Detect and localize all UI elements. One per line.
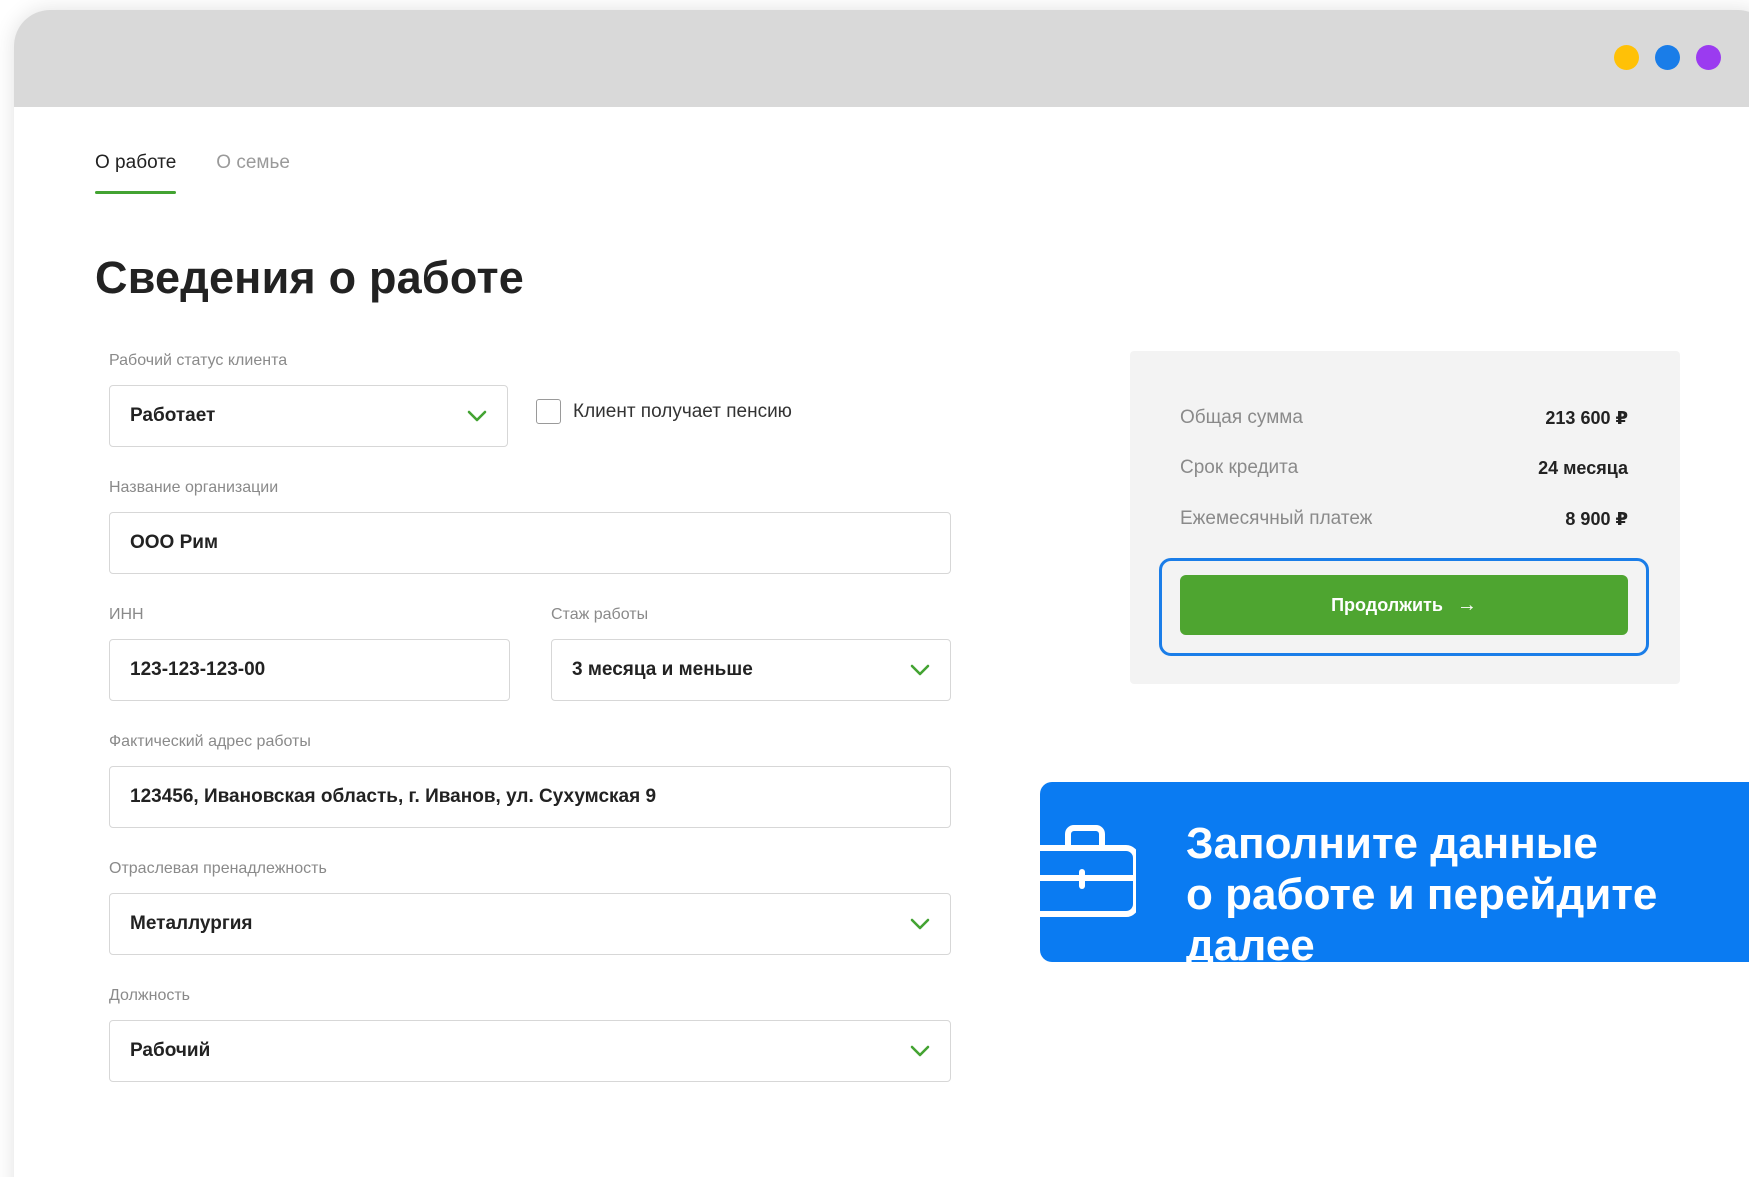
pension-checkbox[interactable]: Клиент получает пенсию <box>536 399 792 424</box>
window-titlebar <box>14 10 1749 107</box>
inn-input[interactable]: 123-123-123-00 <box>109 639 510 701</box>
work-status-value: Работает <box>130 405 216 426</box>
organization-label: Название организации <box>109 479 279 496</box>
banner-line-2: о работе и перейдите <box>1186 870 1658 919</box>
monthly-value: 8 900 ₽ <box>1565 508 1628 529</box>
hint-banner: Заполните данные о работе и перейдите да… <box>1040 782 1749 962</box>
work-address-label: Фактический адрес работы <box>109 733 311 750</box>
work-status-label: Рабочий статус клиента <box>109 352 288 369</box>
continue-label: Продолжить <box>1331 594 1443 615</box>
pension-checkbox-label: Клиент получает пенсию <box>573 400 792 422</box>
experience-select[interactable]: 3 месяца и меньше <box>551 639 951 701</box>
arrow-right-icon: → <box>1456 593 1477 616</box>
total-value: 213 600 ₽ <box>1545 407 1628 428</box>
chevron-down-icon <box>910 918 930 930</box>
industry-label: Отраслевая пренадлежность <box>109 860 327 877</box>
experience-label: Стаж работы <box>551 606 649 623</box>
checkbox-box[interactable] <box>536 399 561 424</box>
summary-row-monthly: Ежемесячный платеж 8 900 ₽ <box>1180 508 1628 530</box>
tab-work[interactable]: О работе <box>95 152 177 194</box>
industry-select[interactable]: Металлургия <box>109 893 951 955</box>
position-label: Должность <box>109 987 190 1004</box>
industry-value: Металлургия <box>130 913 253 934</box>
summary-row-term: Срок кредита 24 месяца <box>1180 457 1628 479</box>
banner-text: Заполните данные о работе и перейдите да… <box>1186 818 1657 962</box>
credit-summary-card: Общая сумма 213 600 ₽ Срок кредита 24 ме… <box>1130 351 1680 684</box>
term-value: 24 месяца <box>1538 457 1628 478</box>
total-label: Общая сумма <box>1180 407 1303 428</box>
work-address-input[interactable]: 123456, Ивановская область, г. Иванов, у… <box>109 766 951 828</box>
page-title: Сведения о работе <box>95 252 524 303</box>
summary-row-total: Общая сумма 213 600 ₽ <box>1180 407 1628 429</box>
banner-line-1: Заполните данные <box>1186 819 1598 868</box>
banner-line-3: далее <box>1186 921 1315 962</box>
chevron-down-icon <box>467 410 487 422</box>
position-value: Рабочий <box>130 1040 211 1061</box>
organization-input[interactable]: ООО Рим <box>109 512 951 574</box>
chevron-down-icon <box>910 664 930 676</box>
work-status-select[interactable]: Работает <box>109 385 508 447</box>
tab-family[interactable]: О семье <box>216 152 290 194</box>
blue-dot[interactable] <box>1655 45 1680 70</box>
continue-button[interactable]: Продолжить → <box>1180 575 1628 635</box>
work-address-value: 123456, Ивановская область, г. Иванов, у… <box>130 786 657 807</box>
yellow-dot[interactable] <box>1614 45 1639 70</box>
briefcase-icon <box>1040 825 1136 917</box>
organization-value: ООО Рим <box>130 532 219 553</box>
monthly-label: Ежемесячный платеж <box>1180 508 1373 529</box>
chevron-down-icon <box>910 1045 930 1057</box>
tabs: О работе О семье <box>95 152 290 194</box>
inn-label: ИНН <box>109 606 144 623</box>
purple-dot[interactable] <box>1696 45 1721 70</box>
experience-value: 3 месяца и меньше <box>572 659 753 680</box>
position-select[interactable]: Рабочий <box>109 1020 951 1082</box>
inn-value: 123-123-123-00 <box>130 659 266 680</box>
term-label: Срок кредита <box>1180 457 1299 478</box>
